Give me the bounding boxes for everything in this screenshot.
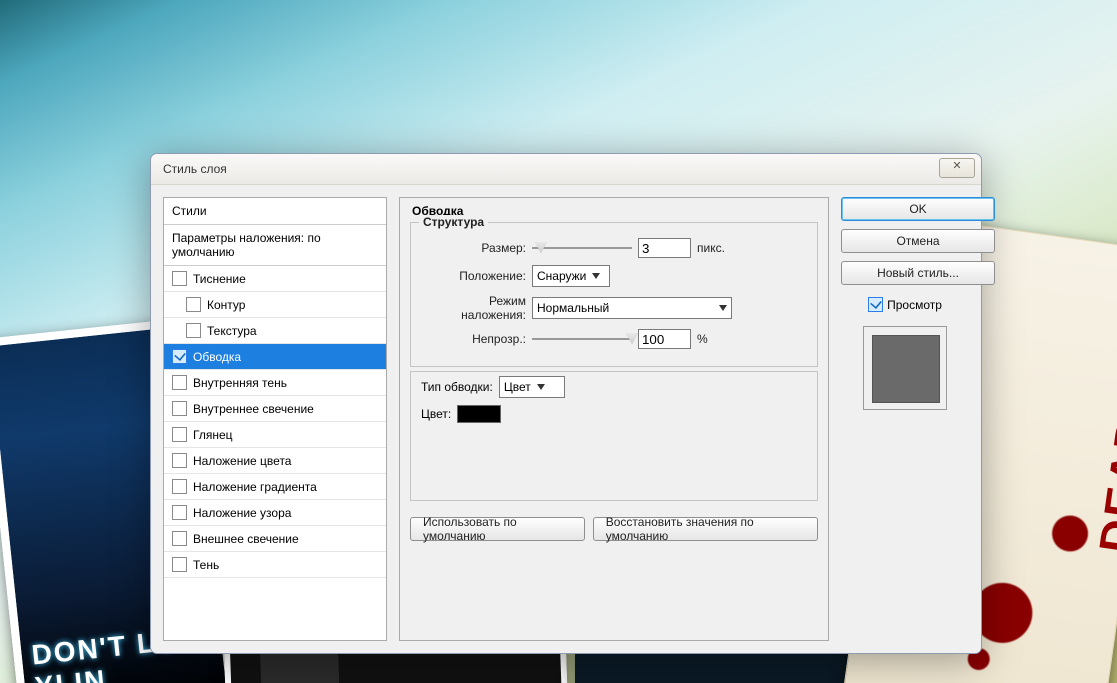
splat-icon: [1050, 513, 1091, 554]
fill-type-label: Тип обводки:: [421, 380, 493, 394]
style-checkbox[interactable]: [172, 375, 187, 390]
style-checkbox[interactable]: [172, 531, 187, 546]
poster-right-title: DEADPOOL: [1088, 275, 1117, 557]
chevron-down-icon: [719, 305, 727, 311]
cancel-button[interactable]: Отмена: [841, 229, 995, 253]
size-unit: пикс.: [697, 241, 725, 255]
style-checkbox[interactable]: [172, 401, 187, 416]
close-icon: ✕: [952, 160, 961, 172]
size-slider[interactable]: [532, 241, 632, 255]
preview-checkbox[interactable]: [868, 297, 883, 312]
slider-thumb-icon[interactable]: [535, 242, 547, 253]
position-dropdown[interactable]: Снаружи: [532, 265, 610, 287]
style-row-текстура[interactable]: Текстура: [164, 318, 386, 344]
dialog-title: Стиль слоя: [163, 162, 227, 176]
style-row-внутреннее-свечение[interactable]: Внутреннее свечение: [164, 396, 386, 422]
desktop-background: DEADPOOL Стиль слоя ✕ Стили Параметры на…: [0, 0, 1117, 683]
style-row-label: Контур: [207, 298, 245, 312]
structure-legend: Структура: [419, 215, 488, 229]
style-checkbox[interactable]: [172, 479, 187, 494]
preview-label: Просмотр: [887, 298, 942, 312]
layer-style-dialog: Стиль слоя ✕ Стили Параметры наложения: …: [150, 153, 982, 654]
style-row-наложение-цвета[interactable]: Наложение цвета: [164, 448, 386, 474]
style-checkbox[interactable]: [186, 323, 201, 338]
styles-header[interactable]: Стили: [164, 198, 386, 225]
blend-mode-value: Нормальный: [537, 301, 713, 315]
blend-mode-dropdown[interactable]: Нормальный: [532, 297, 732, 319]
style-row-внутренняя-тень[interactable]: Внутренняя тень: [164, 370, 386, 396]
style-row-label: Наложение узора: [193, 506, 291, 520]
blend-mode-label: Режим наложения:: [421, 294, 526, 322]
style-row-label: Внутренняя тень: [193, 376, 287, 390]
style-row-тиснение[interactable]: Тиснение: [164, 266, 386, 292]
style-row-label: Текстура: [207, 324, 257, 338]
style-row-label: Глянец: [193, 428, 233, 442]
opacity-unit: %: [697, 332, 708, 346]
style-row-контур[interactable]: Контур: [164, 292, 386, 318]
chevron-down-icon: [592, 273, 600, 279]
style-row-обводка[interactable]: Обводка: [164, 344, 386, 370]
fill-type-value: Цвет: [504, 380, 531, 394]
preview-box: [863, 326, 947, 410]
slider-thumb-icon[interactable]: [626, 333, 638, 344]
reset-default-button[interactable]: Восстановить значения по умолчанию: [593, 517, 818, 541]
size-label: Размер:: [421, 241, 526, 255]
position-value: Снаружи: [537, 269, 586, 283]
style-row-наложение-узора[interactable]: Наложение узора: [164, 500, 386, 526]
style-checkbox[interactable]: [186, 297, 201, 312]
style-row-label: Обводка: [193, 350, 241, 364]
style-row-label: Внутреннее свечение: [193, 402, 314, 416]
stroke-settings-panel: Обводка Структура Размер: пикс. Положени: [399, 197, 829, 641]
make-default-button[interactable]: Использовать по умолчанию: [410, 517, 585, 541]
preview-swatch: [872, 335, 940, 403]
style-row-внешнее-свечение[interactable]: Внешнее свечение: [164, 526, 386, 552]
fill-type-dropdown[interactable]: Цвет: [499, 376, 565, 398]
color-label: Цвет:: [421, 407, 451, 421]
size-input[interactable]: [638, 238, 691, 258]
close-button[interactable]: ✕: [939, 158, 975, 178]
slider-track: [532, 247, 632, 249]
fill-fieldset: Тип обводки: Цвет Цвет:: [410, 371, 818, 501]
blending-options-header[interactable]: Параметры наложения: по умолчанию: [164, 225, 386, 266]
style-checkbox[interactable]: [172, 349, 187, 364]
style-checkbox[interactable]: [172, 557, 187, 572]
style-row-label: Наложение градиента: [193, 480, 317, 494]
opacity-input[interactable]: [638, 329, 691, 349]
style-checkbox[interactable]: [172, 427, 187, 442]
new-style-button[interactable]: Новый стиль...: [841, 261, 995, 285]
style-checkbox[interactable]: [172, 271, 187, 286]
slider-track: [532, 338, 632, 340]
style-row-label: Внешнее свечение: [193, 532, 299, 546]
style-checkbox[interactable]: [172, 505, 187, 520]
ok-button[interactable]: OK: [841, 197, 995, 221]
style-row-label: Тень: [193, 558, 219, 572]
style-checkbox[interactable]: [172, 453, 187, 468]
styles-list-panel: Стили Параметры наложения: по умолчанию …: [163, 197, 387, 641]
opacity-label: Непрозр.:: [421, 332, 526, 346]
style-row-глянец[interactable]: Глянец: [164, 422, 386, 448]
dialog-buttons-column: OK Отмена Новый стиль... Просмотр: [841, 197, 969, 641]
structure-fieldset: Структура Размер: пикс. Положение:: [410, 222, 818, 367]
style-row-наложение-градиента[interactable]: Наложение градиента: [164, 474, 386, 500]
style-row-label: Тиснение: [193, 272, 246, 286]
opacity-slider[interactable]: [532, 332, 632, 346]
stroke-color-swatch[interactable]: [457, 405, 501, 423]
dialog-titlebar[interactable]: Стиль слоя ✕: [151, 154, 981, 185]
style-row-тень[interactable]: Тень: [164, 552, 386, 578]
position-label: Положение:: [421, 269, 526, 283]
style-row-label: Наложение цвета: [193, 454, 291, 468]
chevron-down-icon: [537, 384, 545, 390]
